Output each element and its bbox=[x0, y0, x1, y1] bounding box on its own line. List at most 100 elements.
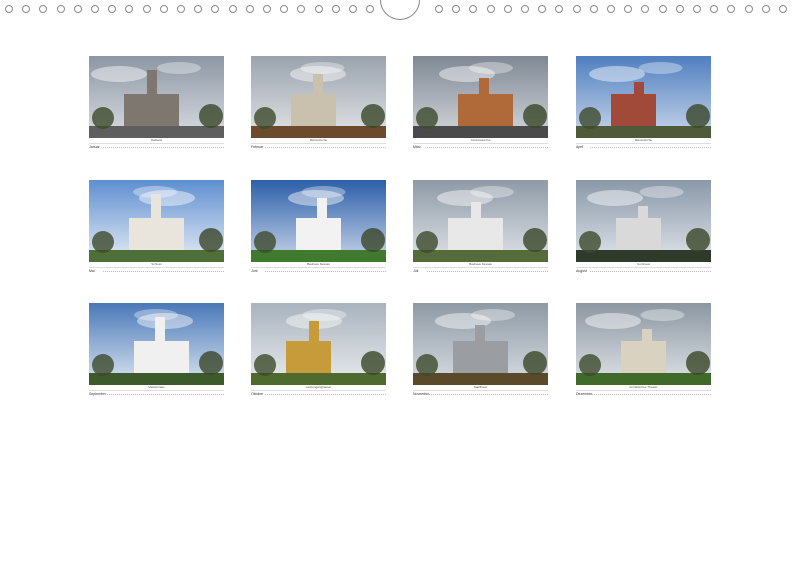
month-photo bbox=[413, 56, 548, 138]
month-photo bbox=[251, 180, 386, 262]
month-tile[interactable]: Anhaltisches Theater Dezember bbox=[576, 303, 711, 396]
month-calendar-strip: Juli bbox=[413, 267, 548, 273]
month-tile[interactable]: Bauhaus Dessau Juni bbox=[251, 180, 386, 273]
month-photo bbox=[413, 180, 548, 262]
month-label: September bbox=[89, 391, 107, 396]
month-calendar-strip: November bbox=[413, 390, 548, 396]
month-label: November bbox=[413, 391, 430, 396]
binding-ring bbox=[572, 5, 581, 13]
binding-ring bbox=[452, 5, 461, 13]
binding-ring bbox=[675, 5, 684, 13]
days-row bbox=[103, 146, 224, 148]
days-row bbox=[427, 393, 548, 395]
month-photo bbox=[413, 303, 548, 385]
binding-ring bbox=[91, 5, 99, 13]
month-photo bbox=[89, 56, 224, 138]
month-tile[interactable]: Schloss Mai bbox=[89, 180, 224, 273]
binding-ring bbox=[39, 5, 48, 13]
month-photo bbox=[576, 303, 711, 385]
month-label: Oktober bbox=[251, 391, 264, 396]
month-label: Mai bbox=[89, 268, 95, 273]
month-label: Dezember bbox=[576, 391, 593, 396]
binding-ring bbox=[108, 5, 117, 13]
binding-ring bbox=[469, 5, 478, 13]
month-calendar-strip: März bbox=[413, 143, 548, 149]
binding-ring bbox=[503, 5, 512, 13]
binding-ring bbox=[314, 5, 323, 13]
days-row bbox=[590, 146, 711, 148]
binding-ring bbox=[245, 5, 254, 13]
days-row bbox=[103, 270, 224, 272]
month-photo bbox=[251, 56, 386, 138]
month-tile[interactable]: Kornhaus August bbox=[576, 180, 711, 273]
month-calendar-strip: Februar bbox=[251, 143, 386, 149]
binding-ring bbox=[5, 5, 13, 13]
month-calendar-strip: Oktober bbox=[251, 390, 386, 396]
binding-ring bbox=[56, 5, 65, 13]
month-label: Januar bbox=[89, 144, 100, 149]
month-calendar-strip: September bbox=[89, 390, 224, 396]
days-row bbox=[590, 270, 711, 272]
days-row bbox=[590, 393, 711, 395]
month-tile[interactable]: Johanniskirche März bbox=[413, 56, 548, 149]
month-calendar-strip: Dezember bbox=[576, 390, 711, 396]
binding-ring bbox=[142, 5, 151, 13]
month-tile[interactable]: Bauhaus Dessau Juli bbox=[413, 180, 548, 273]
days-row bbox=[427, 146, 548, 148]
binding-ring bbox=[194, 5, 203, 13]
month-tile[interactable]: Laubenganghäuser Oktober bbox=[251, 303, 386, 396]
month-tile[interactable]: Meisterhaus September bbox=[89, 303, 224, 396]
binding-ring bbox=[366, 5, 375, 13]
binding-ring bbox=[607, 5, 615, 13]
month-label: April bbox=[576, 144, 584, 149]
month-photo bbox=[576, 56, 711, 138]
binding-ring bbox=[538, 5, 547, 13]
month-photo bbox=[89, 303, 224, 385]
month-tile[interactable]: Marienkirche Februar bbox=[251, 56, 386, 149]
binding-ring bbox=[125, 5, 134, 13]
month-calendar-strip: Januar bbox=[89, 143, 224, 149]
binding-ring bbox=[779, 5, 787, 13]
binding-ring bbox=[263, 5, 271, 13]
binding-ring bbox=[159, 5, 168, 13]
binding-ring bbox=[349, 5, 357, 13]
binding-ring bbox=[624, 5, 633, 13]
binding-ring bbox=[727, 5, 736, 13]
month-tile[interactable]: Stahlhaus November bbox=[413, 303, 548, 396]
month-photo bbox=[576, 180, 711, 262]
binding-ring bbox=[435, 5, 443, 13]
binding-ring bbox=[297, 5, 306, 13]
binding-ring bbox=[73, 5, 82, 13]
month-calendar-strip: April bbox=[576, 143, 711, 149]
binding-ring bbox=[555, 5, 564, 13]
days-row bbox=[265, 393, 386, 395]
month-tile[interactable]: Marienkirche April bbox=[576, 56, 711, 149]
spiral-binding bbox=[0, 0, 800, 22]
days-row bbox=[265, 146, 386, 148]
binding-ring bbox=[693, 5, 701, 13]
month-tile[interactable]: Rathaus Januar bbox=[89, 56, 224, 149]
binding-ring bbox=[641, 5, 650, 13]
month-calendar-strip: Mai bbox=[89, 267, 224, 273]
month-label: August bbox=[576, 268, 587, 273]
days-row bbox=[103, 393, 224, 395]
binding-ring bbox=[521, 5, 529, 13]
binding-ring bbox=[228, 5, 237, 13]
binding-ring bbox=[331, 5, 340, 13]
month-photo bbox=[89, 180, 224, 262]
binding-ring bbox=[658, 5, 667, 13]
month-photo bbox=[251, 303, 386, 385]
binding-ring bbox=[486, 5, 495, 13]
days-row bbox=[265, 270, 386, 272]
binding-ring bbox=[211, 5, 220, 13]
month-label: Juli bbox=[413, 268, 419, 273]
binding-ring bbox=[744, 5, 753, 13]
hanger-cutout bbox=[380, 0, 420, 20]
month-label: Februar bbox=[251, 144, 264, 149]
binding-ring bbox=[710, 5, 719, 13]
binding-ring bbox=[280, 5, 289, 13]
binding-ring bbox=[761, 5, 770, 13]
days-row bbox=[427, 270, 548, 272]
binding-ring bbox=[22, 5, 31, 13]
month-label: Juni bbox=[251, 268, 258, 273]
